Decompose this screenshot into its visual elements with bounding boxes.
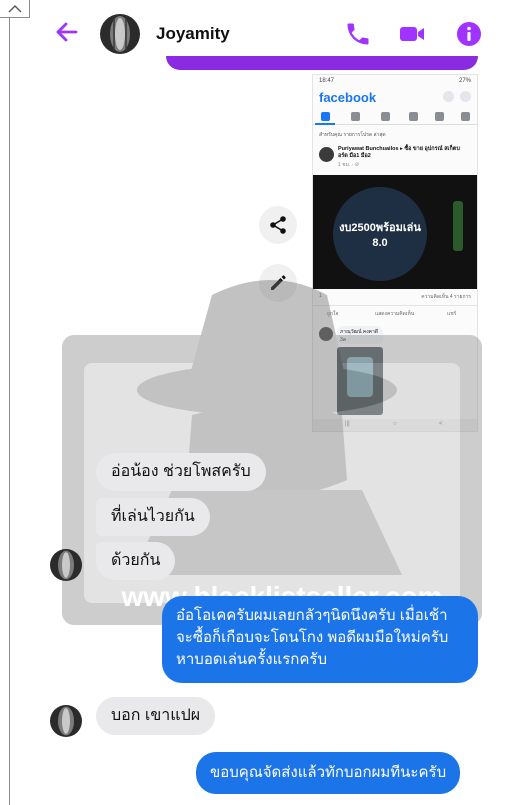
messenger-icon xyxy=(460,91,471,102)
marketplace-icon xyxy=(381,112,390,121)
call-button[interactable] xyxy=(344,20,372,48)
post-comment-count: ความคิดเห็น 4 รายการ xyxy=(421,294,471,300)
contact-avatar[interactable] xyxy=(100,14,140,54)
comment-bubble: ภาณุวัฒน์ คงคาดี 3ล xyxy=(337,326,383,344)
edit-button[interactable] xyxy=(259,264,297,302)
back-nav-icon: < xyxy=(439,421,443,427)
back-button[interactable] xyxy=(54,19,80,45)
post-image-cable xyxy=(453,201,463,251)
android-nav-bar: ||| ○ < xyxy=(313,419,477,431)
video-camera-icon xyxy=(400,27,424,41)
caption-line-1: งบ2500พร้อมเล่น xyxy=(339,222,421,234)
arrow-left-icon xyxy=(56,22,78,42)
chat-header: Joyamity xyxy=(36,0,510,62)
post-reactions: 1 xyxy=(319,293,322,299)
home-icon xyxy=(321,112,330,121)
share-action: แชร์ xyxy=(447,311,457,317)
chevron-up-icon xyxy=(8,5,22,13)
caption-line-2: 8.0 xyxy=(372,237,388,249)
home-button-icon: ○ xyxy=(393,421,397,427)
contact-avatar-small[interactable] xyxy=(50,549,82,581)
outgoing-message[interactable]: อ๋อโอเคครับผมเลยกลัวๆนิดนึงครับ เมื่อเช้… xyxy=(162,596,478,683)
info-button[interactable] xyxy=(455,20,483,48)
post-meta: 1 ชม. · ⊘ xyxy=(338,162,359,168)
incoming-message[interactable]: อ่อน้อง ช่วยโพสครับ xyxy=(96,453,266,491)
menu-icon xyxy=(461,112,470,121)
incoming-message[interactable]: บอก เขาแปผ xyxy=(96,697,216,735)
phone-icon xyxy=(347,23,369,45)
status-time: 18:47 xyxy=(319,78,335,84)
info-icon xyxy=(457,22,481,46)
contact-avatar-small[interactable] xyxy=(50,705,82,737)
comment-action: แสดงความคิดเห็น xyxy=(375,311,415,317)
bell-icon xyxy=(435,112,444,121)
incoming-message[interactable]: ด้วยกัน xyxy=(96,542,176,580)
share-button[interactable] xyxy=(259,206,297,244)
incoming-message[interactable]: ที่เล่นไวยกัน xyxy=(96,498,210,536)
video-call-button[interactable] xyxy=(398,20,426,48)
post-image-caption: งบ2500พร้อมเล่น 8.0 xyxy=(313,221,447,251)
pencil-icon xyxy=(271,275,286,290)
feed-filter-tabs: สำหรับคุณ รายการโปรด ล่าสุด xyxy=(319,132,386,138)
comment-photo xyxy=(337,347,383,415)
facebook-logo: facebook xyxy=(319,90,377,105)
status-battery: 27% xyxy=(458,78,471,84)
video-icon xyxy=(351,112,360,121)
frame-border xyxy=(9,18,10,805)
share-icon xyxy=(270,216,286,234)
post-author-avatar xyxy=(319,147,334,162)
profile-icon xyxy=(409,112,418,121)
like-action: ถูกใจ xyxy=(327,311,339,317)
commenter-avatar xyxy=(319,327,333,341)
search-icon xyxy=(443,91,454,102)
post-actions: ถูกใจ แสดงความคิดเห็น แชร์ xyxy=(313,305,477,319)
post-image: งบ2500พร้อมเล่น 8.0 xyxy=(313,175,477,289)
recents-icon: ||| xyxy=(345,421,350,427)
outgoing-message[interactable]: ขอบคุณจัดส่งแล้วทักบอกผมทีนะครับ xyxy=(196,752,461,794)
contact-name[interactable]: Joyamity xyxy=(156,24,230,44)
previous-message-bubble xyxy=(166,56,478,70)
facebook-nav-bar xyxy=(313,109,477,125)
active-tab-indicator xyxy=(315,123,335,125)
shared-screenshot-image[interactable]: 18:47 27% facebook สำหรับคุณ รายการโปรด … xyxy=(312,74,478,432)
collapse-tab[interactable] xyxy=(0,0,30,18)
post-author: Puriyawat Bunchuailos ▸ ซื้อ ขาย อุปกรณ์… xyxy=(338,146,460,159)
